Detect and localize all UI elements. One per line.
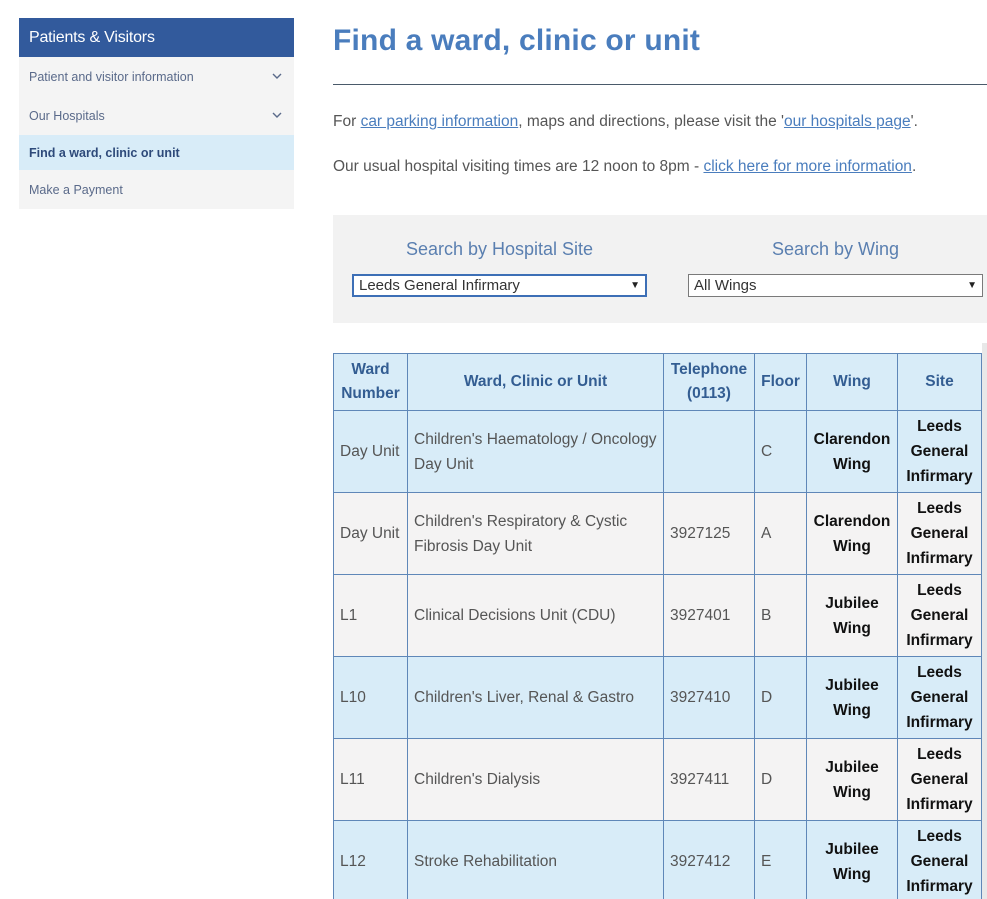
floor-cell: C <box>754 410 807 493</box>
table-scrollbar[interactable] <box>982 343 987 899</box>
site-search-label: Search by Hospital Site <box>405 239 594 259</box>
visiting-info-link[interactable]: click here for more information <box>703 158 911 175</box>
site-cell: Leeds General Infirmary <box>897 574 982 657</box>
wing-cell: Jubilee Wing <box>806 574 898 657</box>
ward-number-cell: L10 <box>333 656 408 739</box>
ward-number-cell: L11 <box>333 738 408 821</box>
telephone-cell: 3927412 <box>663 820 755 899</box>
site-cell: Leeds General Infirmary <box>897 410 982 493</box>
paragraph-text: For <box>333 113 361 130</box>
sidebar-nav: Patients & Visitors Patient and visitor … <box>19 18 294 209</box>
telephone-cell: 3927401 <box>663 574 755 657</box>
table-row: Day Unit Children's Respiratory & Cystic… <box>333 492 982 575</box>
telephone-cell: 3927411 <box>663 738 755 821</box>
wing-cell: Jubilee Wing <box>806 820 898 899</box>
col-header-telephone[interactable]: Telephone (0113) <box>663 353 755 411</box>
dropdown-arrow-icon: ▼ <box>967 280 977 291</box>
paragraph-text: '. <box>910 113 918 130</box>
ward-name-cell: Children's Dialysis <box>407 738 664 821</box>
parking-paragraph: For car parking information, maps and di… <box>333 113 918 131</box>
ward-name-cell: Children's Respiratory & Cystic Fibrosis… <box>407 492 664 575</box>
our-hospitals-link[interactable]: our hospitals page <box>784 113 911 130</box>
sidebar-title: Patients & Visitors <box>19 18 294 57</box>
wing-cell: Clarendon Wing <box>806 410 898 493</box>
wing-select[interactable]: All Wings ▼ <box>688 274 983 297</box>
col-header-ward-name[interactable]: Ward, Clinic or Unit <box>407 353 664 411</box>
sidebar-item-our-hospitals[interactable]: Our Hospitals <box>19 96 294 135</box>
paragraph-text: . <box>911 158 917 175</box>
ward-number-cell: L1 <box>333 574 408 657</box>
ward-name-cell: Children's Haematology / Oncology Day Un… <box>407 410 664 493</box>
paragraph-text: Our usual hospital visiting times are 12… <box>333 158 704 175</box>
table-row: Day Unit Children's Haematology / Oncolo… <box>333 410 982 493</box>
site-cell: Leeds General Infirmary <box>897 820 982 899</box>
page-title: Find a ward, clinic or unit <box>333 24 701 57</box>
ward-number-cell: Day Unit <box>333 492 408 575</box>
sidebar-item-patient-visitor-info[interactable]: Patient and visitor information <box>19 57 294 96</box>
paragraph-text: , maps and directions, please visit the … <box>518 113 784 130</box>
floor-cell: E <box>754 820 807 899</box>
ward-name-cell: Children's Liver, Renal & Gastro <box>407 656 664 739</box>
wing-cell: Jubilee Wing <box>806 656 898 739</box>
title-divider <box>333 84 987 85</box>
search-panel: Search by Hospital Site Leeds General In… <box>333 215 987 323</box>
ward-number-cell: Day Unit <box>333 410 408 493</box>
hospital-site-select[interactable]: Leeds General Infirmary ▼ <box>352 274 647 297</box>
telephone-cell: 3927125 <box>663 492 755 575</box>
car-parking-link[interactable]: car parking information <box>361 113 519 130</box>
col-header-floor[interactable]: Floor <box>754 353 807 411</box>
col-header-ward-number[interactable]: Ward Number <box>333 353 408 411</box>
dropdown-arrow-icon: ▼ <box>630 280 640 291</box>
col-header-site[interactable]: Site <box>897 353 982 411</box>
site-cell: Leeds General Infirmary <box>897 492 982 575</box>
sidebar-item-label: Make a Payment <box>29 182 123 197</box>
table-header-row: Ward Number Ward, Clinic or Unit Telepho… <box>333 353 982 411</box>
ward-table: Ward Number Ward, Clinic or Unit Telepho… <box>333 353 982 899</box>
site-cell: Leeds General Infirmary <box>897 656 982 739</box>
telephone-cell: 3927410 <box>663 656 755 739</box>
ward-number-cell: L12 <box>333 820 408 899</box>
ward-name-cell: Stroke Rehabilitation <box>407 820 664 899</box>
sidebar-item-label: Find a ward, clinic or unit <box>29 145 180 160</box>
floor-cell: D <box>754 738 807 821</box>
col-header-wing[interactable]: Wing <box>806 353 898 411</box>
site-cell: Leeds General Infirmary <box>897 738 982 821</box>
telephone-cell <box>663 410 755 493</box>
ward-table-container: Ward Number Ward, Clinic or Unit Telepho… <box>333 343 987 899</box>
wing-cell: Jubilee Wing <box>806 738 898 821</box>
table-row: L10 Children's Liver, Renal & Gastro 392… <box>333 656 982 739</box>
wing-value: All Wings <box>694 277 757 294</box>
sidebar-item-label: Our Hospitals <box>29 108 105 123</box>
sidebar-item-make-payment[interactable]: Make a Payment <box>19 170 294 209</box>
table-row: L1 Clinical Decisions Unit (CDU) 3927401… <box>333 574 982 657</box>
floor-cell: A <box>754 492 807 575</box>
floor-cell: B <box>754 574 807 657</box>
table-row: L12 Stroke Rehabilitation 3927412 E Jubi… <box>333 820 982 899</box>
wing-search-label: Search by Wing <box>771 239 900 259</box>
chevron-down-icon[interactable] <box>270 109 284 123</box>
sidebar-item-find-ward[interactable]: Find a ward, clinic or unit <box>19 135 294 170</box>
ward-name-cell: Clinical Decisions Unit (CDU) <box>407 574 664 657</box>
sidebar-item-label: Patient and visitor information <box>29 69 194 84</box>
visiting-times-paragraph: Our usual hospital visiting times are 12… <box>333 158 916 176</box>
sidebar-list: Patient and visitor information Our Hosp… <box>19 57 294 209</box>
hospital-site-value: Leeds General Infirmary <box>359 277 520 294</box>
wing-cell: Clarendon Wing <box>806 492 898 575</box>
floor-cell: D <box>754 656 807 739</box>
table-row: L11 Children's Dialysis 3927411 D Jubile… <box>333 738 982 821</box>
chevron-down-icon[interactable] <box>270 70 284 84</box>
